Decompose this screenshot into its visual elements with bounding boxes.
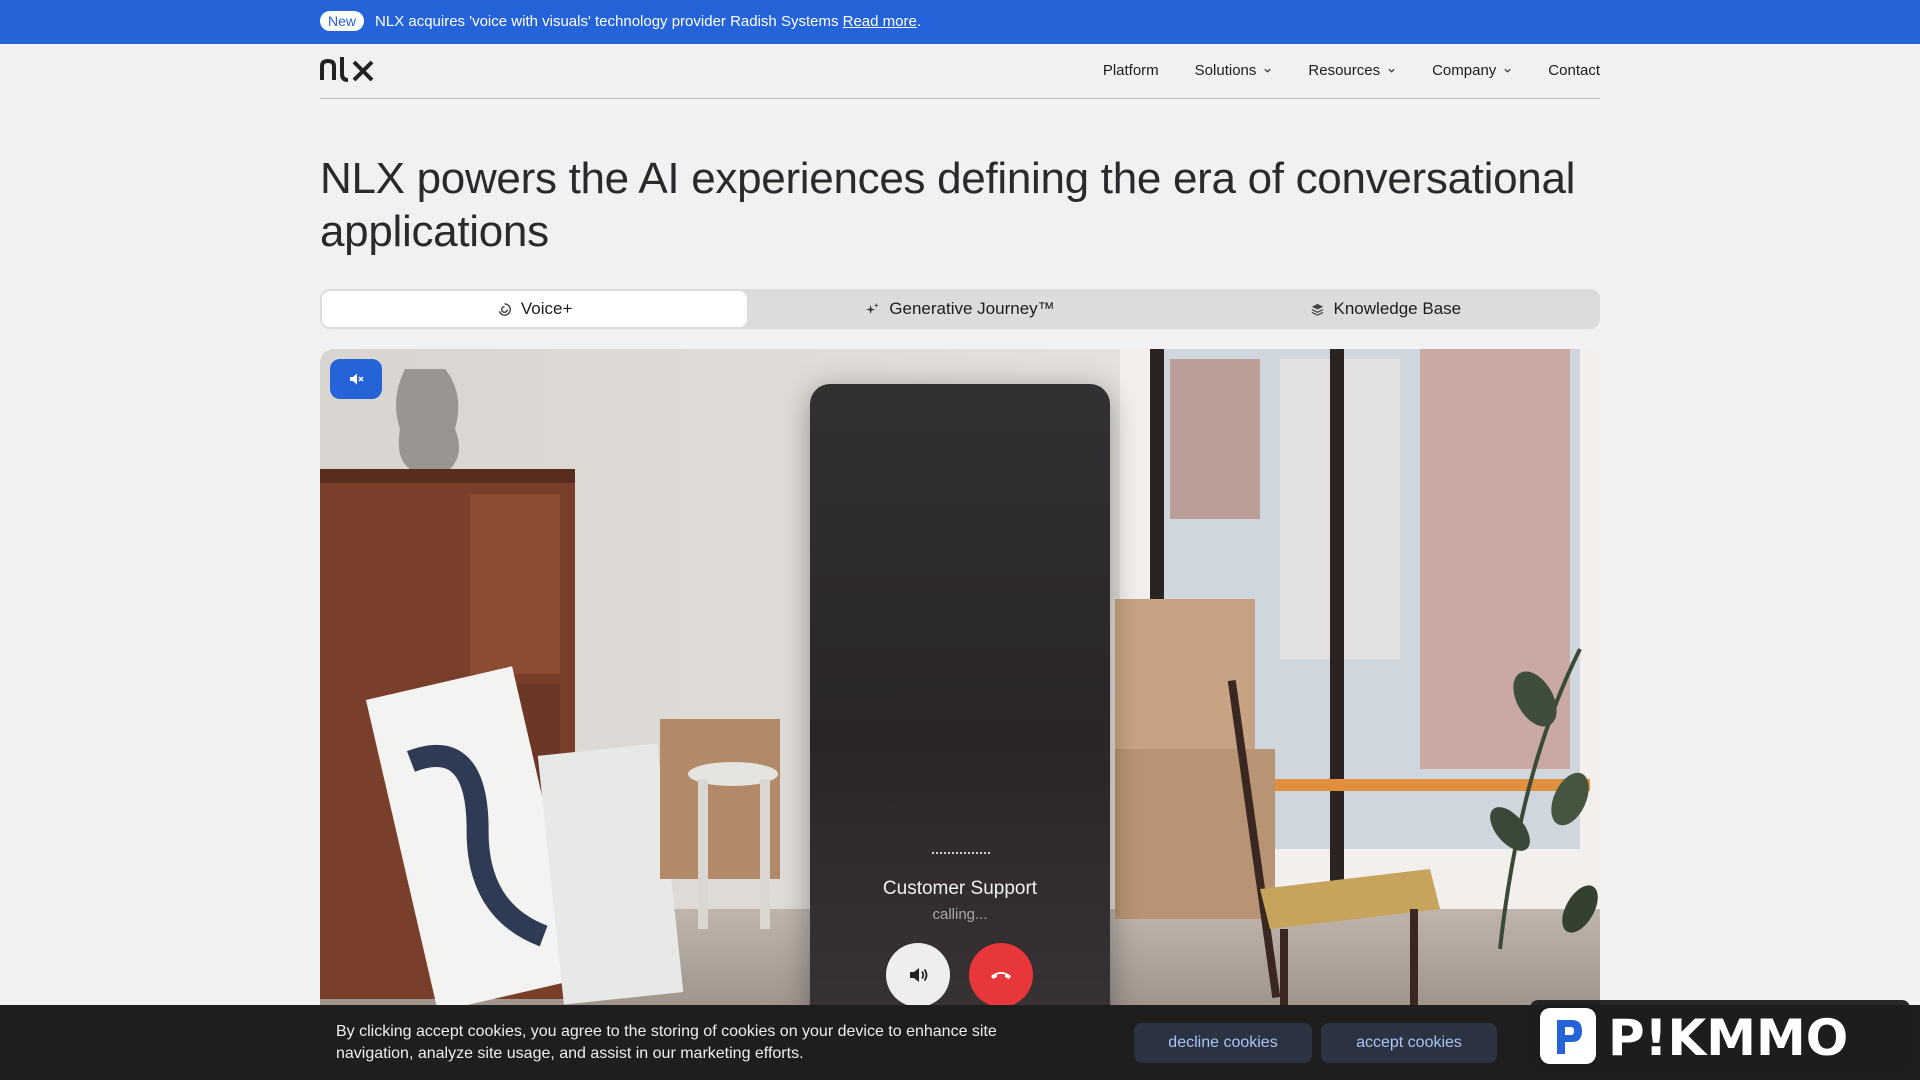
- mute-button[interactable]: [330, 359, 382, 399]
- nav-item-solutions[interactable]: Solutions: [1195, 62, 1273, 79]
- nav-label: Company: [1432, 62, 1497, 79]
- chevron-down-icon: [1264, 68, 1272, 73]
- nav-item-company[interactable]: Company: [1432, 62, 1512, 79]
- speaker-muted-icon: [350, 373, 364, 385]
- tab-knowledge-base[interactable]: Knowledge Base: [1173, 291, 1598, 327]
- nlx-logo[interactable]: [320, 54, 376, 84]
- watermark-logo: P!KMMO: [1530, 1000, 1910, 1070]
- call-status: calling...: [932, 906, 988, 923]
- phone-call-mockup: Customer Support calling...: [810, 384, 1110, 1014]
- demo-scene: Customer Support calling...: [320, 349, 1600, 1014]
- caller-name: Customer Support: [882, 878, 1038, 899]
- pikmmo-wordmark: P!KMMO: [1540, 1008, 1848, 1067]
- announcement-bar: New NLX acquires 'voice with visuals' te…: [0, 0, 1920, 44]
- product-tabs: Voice+ Generative Journey™ Knowledge Bas…: [320, 289, 1600, 329]
- tab-voice-plus[interactable]: Voice+: [322, 291, 748, 327]
- hero-title: NLX powers the AI experiences defining t…: [320, 154, 1576, 256]
- nav-menu: Platform Solutions Resources Company Con…: [1103, 62, 1600, 79]
- nav-item-contact[interactable]: Contact: [1548, 62, 1600, 79]
- svg-text:P!KMMO: P!KMMO: [1608, 1009, 1848, 1067]
- nav-item-resources[interactable]: Resources: [1308, 62, 1396, 79]
- chevron-down-icon: [1388, 68, 1395, 73]
- voice-plus-icon: [498, 302, 511, 316]
- announcement-text: NLX acquires 'voice with visuals' techno…: [375, 13, 921, 30]
- tab-label: Generative Journey™: [889, 299, 1055, 318]
- nav-label: Resources: [1308, 62, 1381, 79]
- announcement-message: NLX acquires 'voice with visuals' techno…: [375, 12, 839, 30]
- announcement-period: .: [916, 12, 921, 30]
- layers-icon: [1311, 303, 1323, 316]
- phone-hangup-icon: [991, 972, 1011, 979]
- main-nav: Platform Solutions Resources Company Con…: [320, 44, 1600, 99]
- tab-label: Knowledge Base: [1333, 299, 1462, 318]
- accept-cookies-button[interactable]: accept cookies: [1321, 1023, 1497, 1063]
- tab-label: Voice+: [520, 299, 573, 318]
- speaker-button[interactable]: [886, 943, 950, 1007]
- new-badge: New: [320, 11, 365, 31]
- speaker-icon: [910, 968, 928, 982]
- read-more-link[interactable]: Read more: [843, 13, 917, 30]
- announcement-content: New NLX acquires 'voice with visuals' te…: [320, 11, 921, 31]
- nav-label: Platform: [1102, 62, 1159, 79]
- nav-label: Contact: [1548, 62, 1600, 79]
- decline-cookies-button[interactable]: decline cookies: [1134, 1023, 1312, 1063]
- sparkle-icon: [866, 302, 879, 314]
- nav-item-platform[interactable]: Platform: [1103, 62, 1159, 79]
- hang-up-button[interactable]: [969, 943, 1033, 1007]
- cookie-message: By clicking accept cookies, you agree to…: [336, 1023, 997, 1062]
- chevron-down-icon: [1504, 68, 1511, 73]
- tab-generative-journey[interactable]: Generative Journey™: [747, 291, 1172, 327]
- nav-label: Solutions: [1194, 62, 1257, 79]
- audio-indicator: [932, 852, 990, 854]
